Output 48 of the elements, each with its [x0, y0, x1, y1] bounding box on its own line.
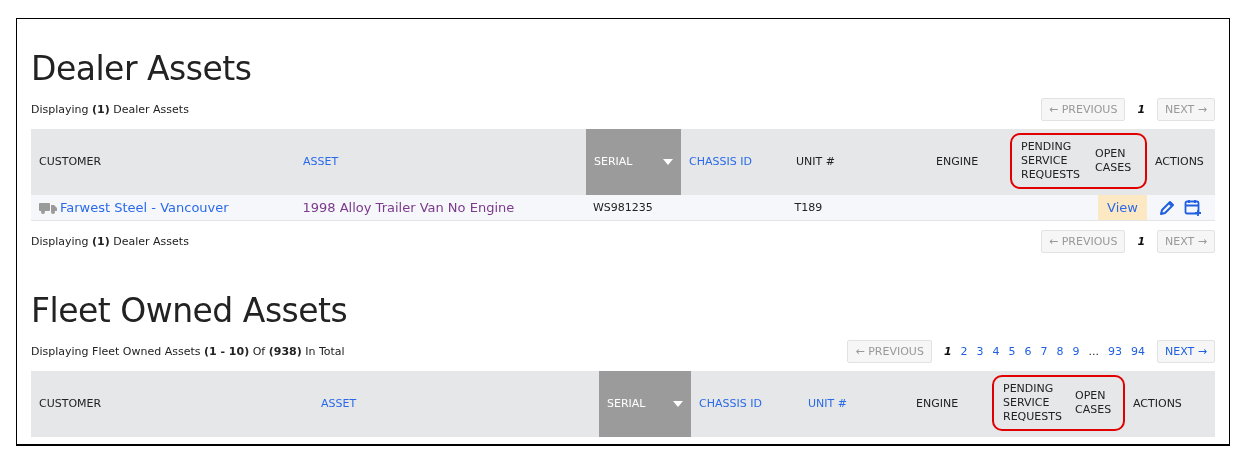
results-summary: Displaying Fleet Owned Assets (1 - 10) Of (938) In Total — [31, 344, 345, 358]
results-summary: Displaying (1) Dealer Assets — [31, 234, 189, 248]
column-header: UNIT # — [795, 154, 836, 170]
sorted-column-header[interactable]: SERIAL — [586, 129, 681, 195]
column-header: ENGINE — [935, 154, 980, 170]
column-header[interactable]: ASSET — [313, 371, 599, 437]
page-link[interactable]: 1 — [1137, 234, 1146, 248]
column-header[interactable]: CHASSIS ID — [681, 129, 788, 195]
page-link[interactable]: 94 — [1131, 344, 1146, 358]
column-header: PENDING SERVICE REQUESTS — [1002, 381, 1063, 425]
column-header[interactable]: ASSET — [295, 129, 586, 195]
page-link[interactable]: 7 — [1040, 344, 1048, 358]
column-header: CUSTOMER — [38, 396, 103, 412]
sorted-column-header[interactable]: SERIAL — [599, 371, 691, 437]
page-link[interactable]: 8 — [1056, 344, 1064, 358]
page-link[interactable]: 2 — [960, 344, 968, 358]
column-header: OPEN CASES — [1094, 146, 1133, 176]
page-link[interactable]: 1 — [1137, 102, 1146, 116]
column-header[interactable]: UNIT # — [800, 371, 908, 437]
page-link[interactable]: 93 — [1108, 344, 1123, 358]
page-link[interactable]: 1 — [943, 344, 952, 358]
table-cell: T189 — [794, 201, 823, 214]
page-link[interactable]: 4 — [992, 344, 1000, 358]
customer-link[interactable]: Farwest Steel - Vancouver — [60, 200, 229, 215]
column-header: ACTIONS — [1132, 396, 1183, 412]
table-cell: WS981235 — [592, 201, 653, 214]
page-link[interactable]: 9 — [1072, 344, 1080, 358]
view-button[interactable]: View — [1098, 195, 1147, 220]
page-link[interactable]: 3 — [976, 344, 984, 358]
column-header: PENDING SERVICE REQUESTS — [1020, 139, 1081, 183]
column-header: ACTIONS — [1154, 154, 1205, 170]
caret-icon — [663, 159, 673, 165]
page-link[interactable]: 6 — [1024, 344, 1032, 358]
section-title: Dealer Assets — [31, 49, 253, 89]
section-title: Fleet Owned Assets — [31, 291, 349, 331]
next-button[interactable]: NEXT → — [1157, 339, 1215, 363]
asset-link[interactable]: 1998 Alloy Trailer Van No Engine — [302, 200, 515, 215]
column-header: ENGINE — [915, 396, 960, 412]
ellipsis: ... — [1088, 344, 1100, 358]
column-header[interactable]: CHASSIS ID — [691, 371, 800, 437]
results-summary: Displaying (1) Dealer Assets — [31, 102, 189, 116]
calendar-add-icon[interactable] — [1184, 198, 1203, 217]
caret-icon — [673, 401, 683, 407]
page-link[interactable]: 5 — [1008, 344, 1016, 358]
column-header: CUSTOMER — [38, 154, 103, 170]
column-header: OPEN CASES — [1074, 388, 1113, 418]
edit-icon[interactable] — [1158, 198, 1177, 217]
truck-icon — [39, 201, 57, 214]
